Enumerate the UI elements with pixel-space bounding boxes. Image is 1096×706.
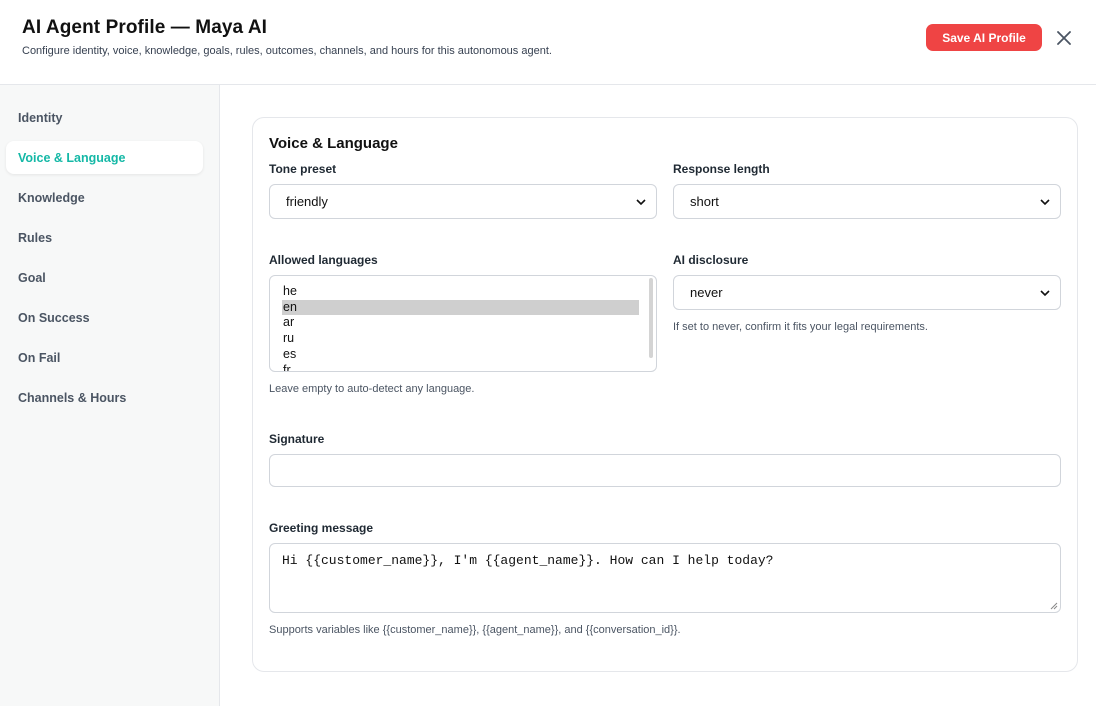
listbox-scrollbar[interactable]: [649, 278, 653, 358]
disclosure-help-text: If set to never, confirm it fits your le…: [673, 321, 928, 333]
response-length-select[interactable]: short: [673, 184, 1061, 219]
save-profile-button[interactable]: Save AI Profile: [926, 24, 1042, 51]
sidebar-item-identity[interactable]: Identity: [6, 101, 203, 134]
page-subtitle: Configure identity, voice, knowledge, go…: [22, 45, 552, 57]
chevron-down-icon: [1040, 290, 1050, 297]
greeting-message-value: Hi {{customer_name}}, I'm {{agent_name}}…: [282, 553, 774, 568]
page-title: AI Agent Profile — Maya AI: [22, 17, 268, 38]
signature-input[interactable]: [269, 454, 1061, 487]
sidebar-item-rules[interactable]: Rules: [6, 221, 203, 254]
sidebar-item-voice-language[interactable]: Voice & Language: [6, 141, 203, 174]
allowed-languages-label: Allowed languages: [269, 253, 378, 267]
header-bar: AI Agent Profile — Maya AI Configure ide…: [0, 0, 1096, 85]
ai-disclosure-value: never: [690, 285, 723, 300]
tone-preset-select[interactable]: friendly: [269, 184, 657, 219]
sidebar-nav: Identity Voice & Language Knowledge Rule…: [0, 85, 220, 706]
language-option[interactable]: ru: [282, 331, 639, 346]
sidebar-item-on-fail[interactable]: On Fail: [6, 341, 203, 374]
sidebar-item-on-success[interactable]: On Success: [6, 301, 203, 334]
sidebar-item-knowledge[interactable]: Knowledge: [6, 181, 203, 214]
sidebar-item-channels-hours[interactable]: Channels & Hours: [6, 381, 203, 414]
response-length-value: short: [690, 194, 719, 209]
resize-grip-icon[interactable]: [1049, 601, 1058, 610]
chevron-down-icon: [636, 199, 646, 206]
ai-disclosure-select[interactable]: never: [673, 275, 1061, 310]
sidebar-item-goal[interactable]: Goal: [6, 261, 203, 294]
greeting-message-label: Greeting message: [269, 521, 374, 535]
language-option[interactable]: ar: [282, 315, 639, 330]
ai-disclosure-label: AI disclosure: [673, 253, 749, 267]
close-icon[interactable]: [1053, 27, 1075, 49]
language-option[interactable]: es: [282, 347, 639, 362]
allowed-languages-listbox[interactable]: he en ar ru es fr: [269, 275, 657, 372]
language-option[interactable]: fr: [282, 363, 639, 371]
tone-preset-value: friendly: [286, 194, 328, 209]
section-title: Voice & Language: [269, 135, 398, 152]
languages-help-text: Leave empty to auto-detect any language.: [269, 383, 475, 395]
greeting-help-text: Supports variables like {{customer_name}…: [269, 624, 681, 636]
greeting-message-textarea[interactable]: Hi {{customer_name}}, I'm {{agent_name}}…: [269, 543, 1061, 613]
language-option[interactable]: he: [282, 284, 639, 299]
signature-label: Signature: [269, 432, 325, 446]
chevron-down-icon: [1040, 199, 1050, 206]
tone-preset-label: Tone preset: [269, 162, 337, 176]
language-option-selected[interactable]: en: [282, 300, 639, 315]
response-length-label: Response length: [673, 162, 770, 176]
